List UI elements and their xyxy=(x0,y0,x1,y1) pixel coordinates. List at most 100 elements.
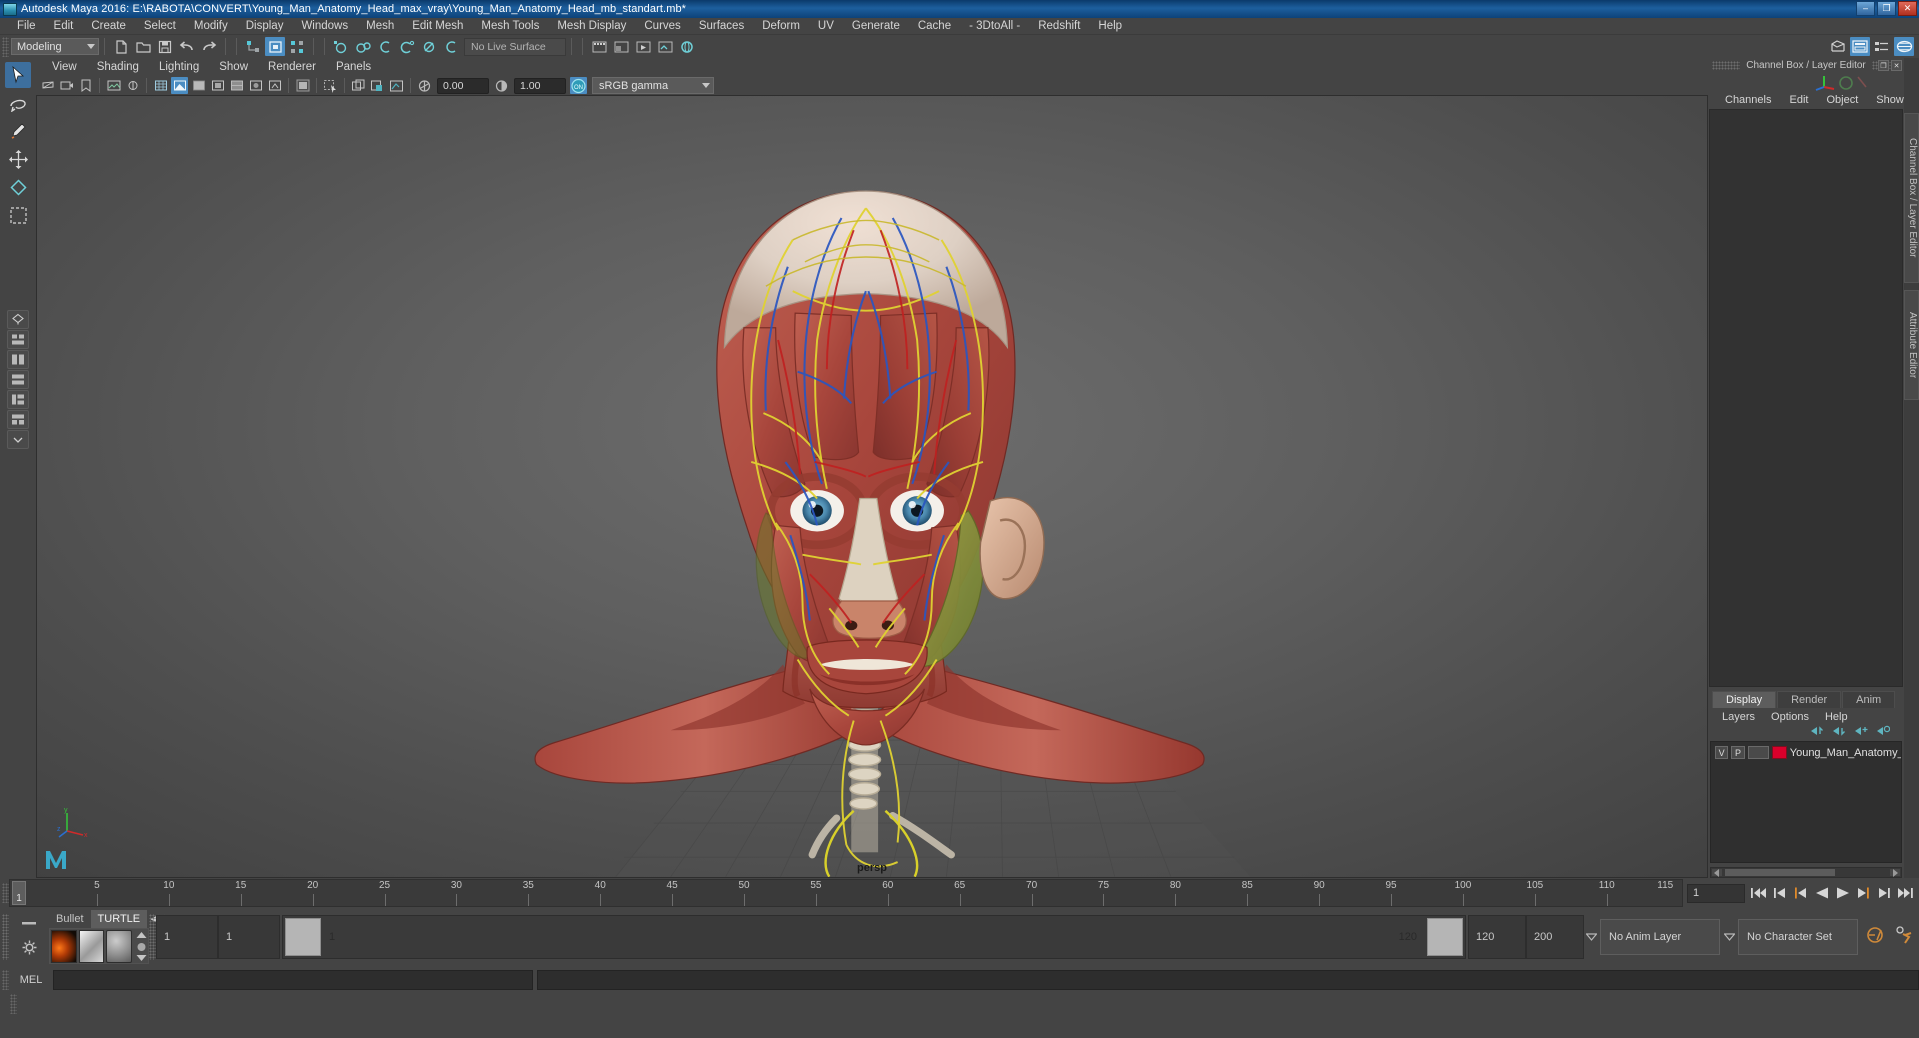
menu-generate[interactable]: Generate xyxy=(843,18,909,35)
tab-render[interactable]: Render xyxy=(1777,691,1842,708)
color-profile-selector[interactable]: sRGB gamma xyxy=(592,77,714,95)
prev-key-icon[interactable] xyxy=(1791,884,1810,903)
range-start-field[interactable]: 1 xyxy=(218,915,280,959)
menu-cache[interactable]: Cache xyxy=(909,18,960,35)
tab-display[interactable]: Display xyxy=(1712,691,1777,708)
viewport-menu-view[interactable]: View xyxy=(42,58,87,76)
panel-grip[interactable] xyxy=(1712,61,1741,70)
viewport-menu-shading[interactable]: Shading xyxy=(87,58,149,76)
exposure-field[interactable]: 0.00 xyxy=(437,77,489,94)
camera-attributes-icon[interactable] xyxy=(58,77,75,94)
collapse-shelf-icon[interactable] xyxy=(20,914,38,932)
character-set-dropdown-arrow[interactable] xyxy=(1722,933,1736,941)
perspective-viewport[interactable]: persp y x z xyxy=(36,95,1708,878)
play-forwards-icon[interactable] xyxy=(1833,884,1852,903)
open-scene-icon[interactable] xyxy=(133,37,153,56)
menu-surfaces[interactable]: Surfaces xyxy=(690,18,753,35)
time-slider-grip[interactable] xyxy=(2,883,9,903)
vtab-channel-box-layer-editor[interactable]: Channel Box / Layer Editor xyxy=(1904,113,1919,283)
select-by-component-icon[interactable] xyxy=(287,37,307,56)
menu-modify[interactable]: Modify xyxy=(185,18,237,35)
anim-layer-selector[interactable]: No Anim Layer xyxy=(1600,919,1720,955)
grid-toggle-icon[interactable] xyxy=(152,77,169,94)
make-live-icon[interactable] xyxy=(441,37,461,56)
more-layouts-button[interactable] xyxy=(7,430,29,449)
turtle-material-icon[interactable] xyxy=(106,929,133,963)
layer-state-toggle[interactable] xyxy=(1747,746,1769,759)
viewport-menu-lighting[interactable]: Lighting xyxy=(149,58,209,76)
undock-panel-button[interactable]: ❐ xyxy=(1878,60,1889,71)
move-layer-down-icon[interactable] xyxy=(1832,724,1846,742)
range-slider-bar[interactable]: 1 120 xyxy=(282,915,1466,959)
menu-edit[interactable]: Edit xyxy=(45,18,83,35)
layer-name[interactable]: Young_Man_Anatomy_He xyxy=(1790,747,1901,759)
layer-list-hscrollbar[interactable] xyxy=(1710,867,1902,878)
auto-keyframe-toggle-icon[interactable] xyxy=(1865,925,1885,950)
gamma-field[interactable]: 1.00 xyxy=(514,77,566,94)
add-selected-to-layer-icon[interactable] xyxy=(1876,724,1891,742)
render-settings-icon[interactable] xyxy=(655,37,675,56)
undo-icon[interactable] xyxy=(177,37,197,56)
isolate-select-icon[interactable] xyxy=(350,77,367,94)
select-by-hierarchy-icon[interactable] xyxy=(243,37,263,56)
shelf-tab-turtle[interactable]: TURTLE xyxy=(90,910,148,928)
command-input-field[interactable] xyxy=(53,970,533,990)
marquee-select-icon[interactable] xyxy=(322,77,339,94)
menu-mesh-display[interactable]: Mesh Display xyxy=(548,18,635,35)
close-button[interactable]: ✕ xyxy=(1898,1,1917,16)
cb-menu-edit[interactable]: Edit xyxy=(1780,94,1817,106)
menu-3dtoall[interactable]: - 3DtoAll - xyxy=(960,18,1029,35)
current-frame-field[interactable]: 1 xyxy=(1687,883,1745,903)
cb-menu-channels[interactable]: Channels xyxy=(1716,94,1780,106)
menu-uv[interactable]: UV xyxy=(809,18,843,35)
viewport-menu-show[interactable]: Show xyxy=(209,58,258,76)
color-management-toggle[interactable]: ON xyxy=(570,77,587,95)
select-tool-button[interactable] xyxy=(5,62,31,88)
hypershade-layout-button[interactable] xyxy=(7,410,29,429)
range-start-handle[interactable] xyxy=(285,918,321,956)
layer-menu-layers[interactable]: Layers xyxy=(1714,711,1763,723)
animation-preferences-gear-icon[interactable] xyxy=(22,940,37,960)
scroll-right-icon[interactable] xyxy=(1890,868,1900,877)
layer-menu-options[interactable]: Options xyxy=(1763,711,1817,723)
vtab-attribute-editor[interactable]: Attribute Editor xyxy=(1904,290,1919,400)
new-scene-icon[interactable] xyxy=(111,37,131,56)
go-to-start-icon[interactable] xyxy=(1749,884,1768,903)
menu-display[interactable]: Display xyxy=(237,18,293,35)
menu-select[interactable]: Select xyxy=(135,18,185,35)
smooth-shade-all-icon[interactable] xyxy=(190,77,207,94)
layer-visibility-toggle[interactable]: V xyxy=(1715,746,1729,759)
close-panel-button[interactable]: ✕ xyxy=(1891,60,1902,71)
maximize-button[interactable]: ❐ xyxy=(1877,1,1896,16)
live-surface-field[interactable]: No Live Surface xyxy=(464,37,566,56)
menu-create[interactable]: Create xyxy=(82,18,135,35)
two-sided-lighting-icon[interactable] xyxy=(124,77,141,94)
show-manipulator-icon[interactable] xyxy=(1828,37,1848,56)
menu-windows[interactable]: Windows xyxy=(292,18,357,35)
tool-settings-toggle-icon[interactable] xyxy=(1872,37,1892,56)
channel-box-toggle-icon[interactable] xyxy=(1894,37,1914,56)
wireframe-shaded-toggle-icon[interactable] xyxy=(171,77,188,95)
viewport-menu-renderer[interactable]: Renderer xyxy=(258,58,326,76)
cb-menu-object[interactable]: Object xyxy=(1817,94,1867,106)
snap-to-projected-center-icon[interactable] xyxy=(397,37,417,56)
paint-select-tool-button[interactable] xyxy=(5,118,31,144)
script-language-label[interactable]: MEL xyxy=(9,974,53,986)
persp-graph-layout-button[interactable] xyxy=(7,390,29,409)
layer-menu-help[interactable]: Help xyxy=(1817,711,1856,723)
display-layer-list[interactable]: V P Young_Man_Anatomy_He xyxy=(1710,741,1902,863)
menu-mesh[interactable]: Mesh xyxy=(357,18,403,35)
rotate-tool-button[interactable] xyxy=(5,174,31,200)
menu-deform[interactable]: Deform xyxy=(753,18,809,35)
exposure-icon[interactable] xyxy=(416,77,433,94)
command-line-grip[interactable] xyxy=(2,970,9,990)
smooth-shade-selected-icon[interactable] xyxy=(209,77,226,94)
anim-end-field[interactable]: 200 xyxy=(1526,915,1584,959)
next-key-icon[interactable] xyxy=(1854,884,1873,903)
menu-help[interactable]: Help xyxy=(1089,18,1131,35)
add-layer-icon[interactable] xyxy=(1854,724,1868,742)
anim-start-field[interactable]: 1 xyxy=(156,915,218,959)
status-line-grip[interactable] xyxy=(10,994,17,1014)
four-view-layout-button[interactable] xyxy=(7,310,29,329)
shelf-scroll-arrows[interactable] xyxy=(135,929,148,964)
